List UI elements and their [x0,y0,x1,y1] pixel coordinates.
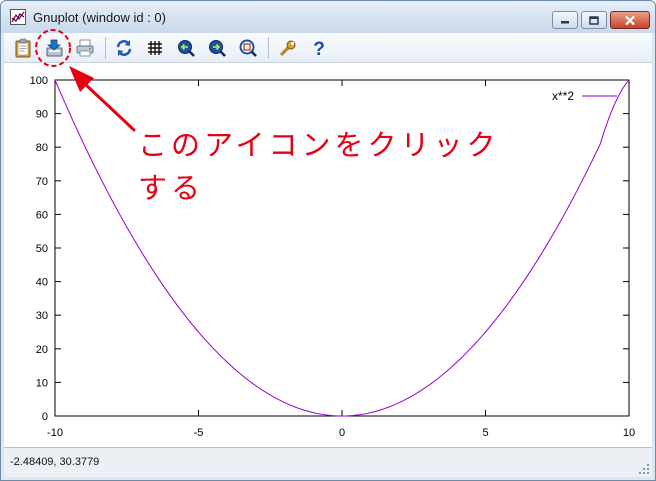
y-tick-label: 60 [36,209,48,221]
autoscale-icon [239,39,257,57]
grid-button[interactable] [144,37,166,59]
maximize-icon [589,15,599,25]
help-button[interactable]: ? [308,37,330,59]
toolbar: ? [4,33,652,63]
y-tick-label: 0 [42,411,48,423]
y-tick-label: 70 [36,176,48,188]
x-tick-label: 5 [482,427,488,439]
maximize-button[interactable] [581,11,607,29]
gnuplot-window: Gnuplot (window id : 0) ? 0 10 20 30 40 … [0,0,656,481]
y-tick-label: 20 [36,344,48,356]
y-tick-label: 10 [36,377,48,389]
x-tick-label: 10 [623,427,635,439]
toolbar-separator [105,37,106,59]
print-button[interactable] [74,37,96,59]
mouse-coordinates: -2.48409, 30.3779 [10,456,100,468]
y-tick-label: 50 [36,243,48,255]
legend-label: x**2 [552,89,574,103]
resize-grip-icon[interactable] [638,463,650,475]
close-button[interactable] [610,11,650,29]
y-tick-label: 100 [30,75,48,87]
plot-area[interactable]: 0 10 20 30 40 50 60 70 80 90 100 -10 -5 0 5 10 x**2 [4,63,652,447]
export-button[interactable] [43,37,65,59]
options-button[interactable] [277,37,299,59]
x-tick-label: 0 [339,427,345,439]
zoom-next-button[interactable] [206,37,228,59]
annotation-line-2: する [138,171,205,205]
minimize-button[interactable] [552,11,578,29]
copy-to-clipboard-button[interactable] [12,37,34,59]
x-tick-label: -10 [47,427,63,439]
help-icon: ? [313,39,325,58]
zoom-previous-button[interactable] [175,37,197,59]
y-tick-label: 90 [36,109,48,121]
window-title: Gnuplot (window id : 0) [33,10,166,25]
copy-to-clipboard-icon [15,38,31,58]
export-icon [46,39,63,57]
chart: 0 10 20 30 40 50 60 70 80 90 100 -10 -5 0 5 10 x**2 [30,75,635,439]
title-bar[interactable]: Gnuplot (window id : 0) [1,1,655,33]
status-bar: -2.48409, 30.3779 [4,447,652,477]
legend: x**2 [552,89,617,103]
autoscale-button[interactable] [237,37,259,59]
gnuplot-app-icon [10,9,26,25]
zoom-previous-icon [178,40,195,57]
options-icon [280,40,296,56]
replot-button[interactable] [113,37,135,59]
y-tick-label: 30 [36,310,48,322]
y-tick-label: 80 [36,142,48,154]
toolbar-separator [268,37,269,59]
zoom-next-icon [209,40,226,57]
minimize-icon [561,21,569,24]
replot-icon [116,40,132,56]
annotation-line-1: このアイコンをクリック [138,128,500,162]
close-icon [625,15,635,25]
x-tick-label: -5 [194,427,204,439]
print-icon [76,39,94,57]
y-tick-label: 40 [36,277,48,289]
grid-icon [148,41,162,55]
annotation-text: このアイコンをクリック する [138,124,500,210]
svg-text:?: ? [313,39,325,58]
